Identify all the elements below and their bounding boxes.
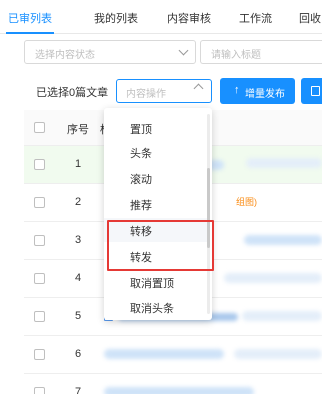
filter-bar: 选择内容状态 请输入标题 bbox=[0, 40, 322, 66]
table-row[interactable]: 6 bbox=[24, 336, 322, 374]
row-seq: 3 bbox=[74, 234, 82, 246]
row-seq: 5 bbox=[74, 310, 82, 322]
row-seq: 6 bbox=[74, 348, 82, 360]
row-seq: 7 bbox=[74, 386, 82, 394]
tab-content-review[interactable]: 内容审核 bbox=[167, 10, 211, 26]
menu-item-unpin-top[interactable]: 取消置顶 bbox=[104, 270, 208, 294]
arrow-up-icon: ↑ bbox=[234, 84, 240, 96]
menu-item-label: 取消头条 bbox=[130, 303, 174, 315]
redacted-title bbox=[244, 235, 322, 245]
menu-item-label: 头条 bbox=[130, 148, 152, 160]
row-checkbox[interactable] bbox=[34, 349, 45, 360]
menu-scrollbar-thumb[interactable] bbox=[207, 168, 210, 248]
tab-bar: 已审列表 我的列表 内容审核 工作流 回收 bbox=[0, 0, 322, 34]
row-tag: 组图) bbox=[236, 197, 257, 207]
selected-count-label: 已选择0篇文章 bbox=[36, 87, 109, 99]
tab-workflow[interactable]: 工作流 bbox=[239, 10, 272, 26]
title-search-input[interactable]: 请输入标题 bbox=[200, 40, 322, 64]
redacted-title bbox=[104, 387, 254, 394]
menu-item-label: 取消置顶 bbox=[130, 278, 174, 290]
document-icon bbox=[311, 86, 320, 96]
chevron-down-icon bbox=[178, 45, 189, 56]
menu-item-label: 置顶 bbox=[130, 124, 152, 136]
tab-approved-list[interactable]: 已审列表 bbox=[8, 10, 52, 26]
row-checkbox[interactable] bbox=[34, 235, 45, 246]
secondary-action-button[interactable] bbox=[301, 78, 322, 104]
redacted-text bbox=[234, 349, 322, 359]
redacted-title bbox=[104, 349, 224, 359]
menu-item-pin-top[interactable]: 置顶 bbox=[104, 116, 208, 140]
row-checkbox[interactable] bbox=[34, 197, 45, 208]
row-checkbox[interactable] bbox=[34, 311, 45, 322]
content-operations-placeholder: 内容操作 bbox=[126, 89, 166, 100]
menu-item-recommend[interactable]: 推荐 bbox=[104, 192, 208, 216]
redacted-title bbox=[224, 273, 322, 283]
menu-item-label: 滚动 bbox=[130, 174, 152, 186]
incremental-publish-button[interactable]: ↑ 增量发布 bbox=[220, 78, 295, 104]
row-seq: 2 bbox=[74, 196, 82, 208]
redacted-text bbox=[246, 158, 322, 168]
menu-item-headline[interactable]: 头条 bbox=[104, 140, 208, 164]
menu-item-cancel-headline[interactable]: 取消头条 bbox=[104, 295, 208, 319]
title-search-placeholder: 请输入标题 bbox=[211, 50, 261, 61]
incremental-publish-label: 增量发布 bbox=[245, 89, 285, 100]
table-row[interactable]: 7 bbox=[24, 374, 322, 394]
menu-item-label: 推荐 bbox=[130, 200, 152, 212]
content-status-placeholder: 选择内容状态 bbox=[35, 50, 95, 61]
action-bar: 已选择0篇文章 内容操作 ↑ 增量发布 bbox=[0, 78, 322, 104]
tab-recycle[interactable]: 回收 bbox=[299, 10, 321, 26]
redacted-text bbox=[242, 311, 322, 321]
select-all-checkbox[interactable] bbox=[34, 122, 45, 133]
row-checkbox[interactable] bbox=[34, 273, 45, 284]
content-operations-select[interactable]: 内容操作 bbox=[116, 79, 212, 103]
menu-item-forward[interactable]: 转发 bbox=[104, 244, 208, 268]
row-checkbox[interactable] bbox=[34, 387, 45, 394]
content-status-select[interactable]: 选择内容状态 bbox=[24, 40, 196, 64]
row-seq: 4 bbox=[74, 272, 82, 284]
row-checkbox[interactable] bbox=[34, 159, 45, 170]
active-tab-indicator bbox=[6, 32, 54, 34]
row-seq: 1 bbox=[74, 158, 82, 170]
chevron-up-icon bbox=[193, 83, 204, 94]
menu-item-label: 转移 bbox=[130, 226, 152, 238]
tab-my-list[interactable]: 我的列表 bbox=[94, 10, 138, 26]
menu-item-label: 转发 bbox=[130, 252, 152, 264]
content-operations-menu: 置顶 头条 滚动 推荐 转移 转发 取消置顶 取消头条 bbox=[104, 108, 212, 320]
menu-item-transfer[interactable]: 转移 bbox=[104, 218, 208, 242]
header-seq: 序号 bbox=[67, 124, 89, 136]
menu-item-scroll[interactable]: 滚动 bbox=[104, 166, 208, 190]
